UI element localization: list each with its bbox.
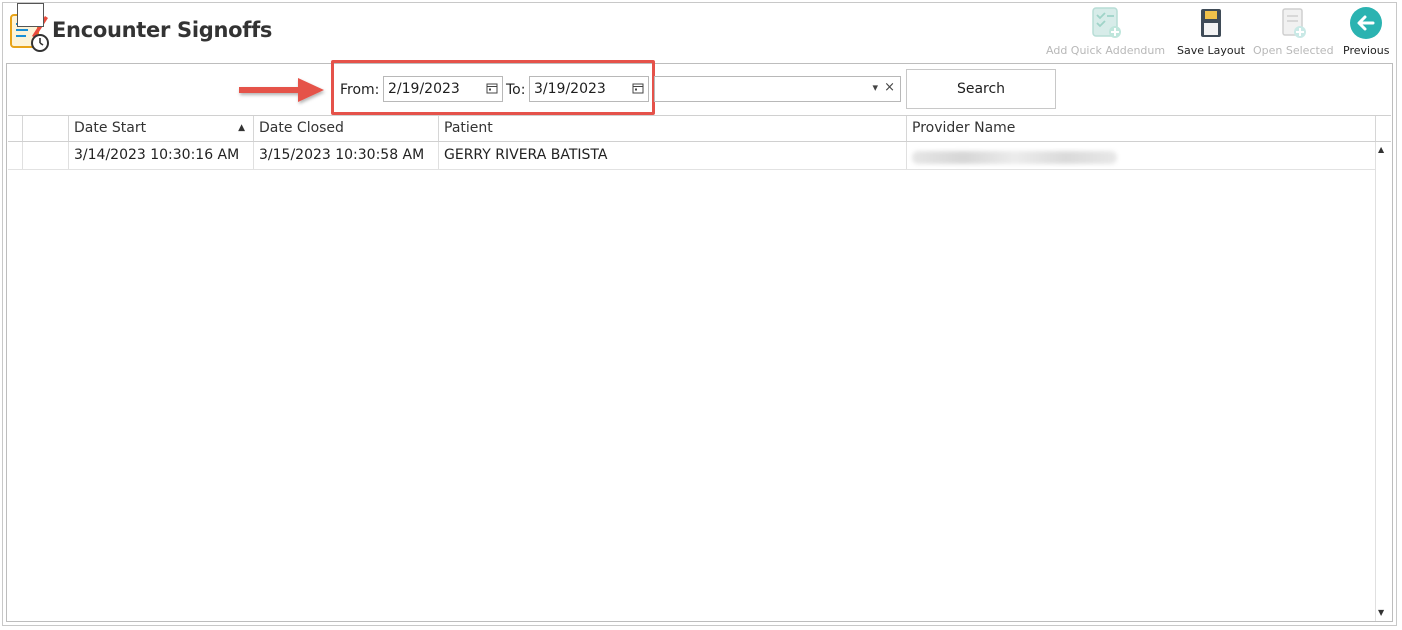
arrow-left-circle-icon [1350,7,1383,39]
save-layout-button[interactable]: Save Layout [1177,6,1245,57]
table-row[interactable]: 3/14/2023 10:30:16 AM 3/15/2023 10:30:58… [8,142,1375,170]
provider-filter-combo[interactable]: ▾ × [654,76,901,102]
to-date-field[interactable]: 3/19/2023 [529,76,649,102]
document-add-icon [1282,8,1307,38]
to-label: To: [506,82,526,98]
add-quick-addendum-label: Add Quick Addendum [1046,44,1166,57]
calendar-icon[interactable] [486,82,498,94]
sort-ascending-icon: ▲ [238,123,245,133]
clear-icon[interactable]: × [884,80,895,95]
add-quick-addendum-button[interactable]: Add Quick Addendum [1046,6,1165,57]
search-button[interactable]: Search [906,69,1056,109]
open-selected-label: Open Selected [1253,44,1334,57]
from-date-value: 2/19/2023 [388,81,460,97]
scroll-up-icon[interactable]: ▲ [1378,145,1384,154]
column-header-label: Date Start [74,120,147,136]
select-column-header[interactable] [22,116,68,141]
from-label: From: [340,82,380,98]
redacted-provider-name [912,151,1117,164]
column-header-label: Patient [444,120,493,136]
column-header-label: Provider Name [912,120,1016,136]
floppy-disk-icon [1200,9,1221,37]
column-header-spacer [1375,116,1391,141]
checklist-add-icon [1091,7,1121,38]
grid-header: Date Start ▲ Date Closed Patient Provide… [8,115,1391,142]
column-header-provider-name[interactable]: Provider Name [906,116,1375,141]
row-select-cell [22,142,68,169]
scroll-down-icon[interactable]: ▼ [1378,608,1384,617]
column-header-date-closed[interactable]: Date Closed [253,116,438,141]
previous-button[interactable]: Previous [1343,6,1390,57]
column-header-patient[interactable]: Patient [438,116,906,141]
page-title: Encounter Signoffs [52,18,273,42]
chevron-down-icon[interactable]: ▾ [872,81,878,94]
save-layout-label: Save Layout [1177,44,1245,57]
from-date-field[interactable]: 2/19/2023 [383,76,503,102]
to-date-value: 3/19/2023 [534,81,606,97]
calendar-icon[interactable] [632,82,644,94]
vertical-scrollbar[interactable] [1375,142,1391,621]
date-closed-cell: 3/15/2023 10:30:58 AM [253,142,438,169]
column-header-label: Date Closed [259,120,344,136]
row-checkbox[interactable] [17,3,44,27]
annotation-arrow-icon [239,78,324,102]
date-start-cell: 3/14/2023 10:30:16 AM [68,142,253,169]
patient-cell: GERRY RIVERA BATISTA [438,142,906,169]
column-header-date-start[interactable]: Date Start ▲ [68,116,253,141]
open-selected-button[interactable]: Open Selected [1253,6,1334,57]
previous-label: Previous [1343,44,1390,57]
